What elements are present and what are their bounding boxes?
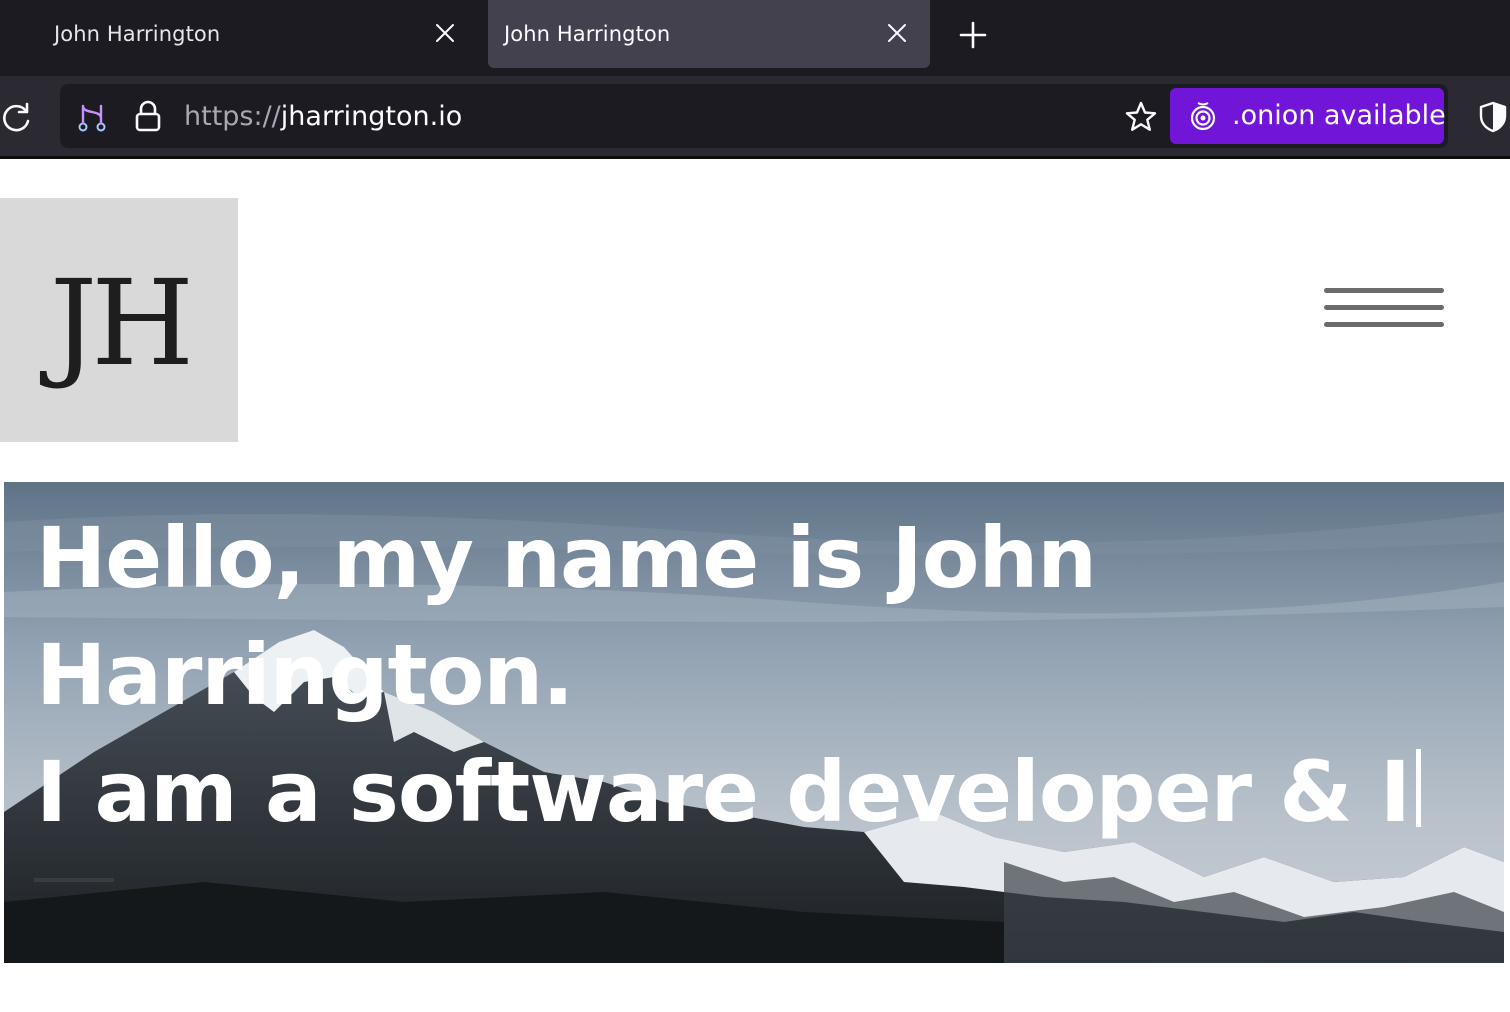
tab-title: John Harrington — [54, 22, 221, 46]
hero-line-1: Hello, my name is John — [36, 509, 1097, 607]
onion-available-button[interactable]: .onion available — [1170, 88, 1446, 144]
reload-icon[interactable] — [0, 101, 32, 135]
nav-bar-border — [0, 156, 1510, 159]
hamburger-line — [1324, 322, 1444, 327]
lock-icon[interactable] — [134, 99, 162, 133]
url-text[interactable]: https://jharrington.io — [184, 101, 462, 132]
typing-cursor — [1416, 749, 1422, 827]
tab-title: John Harrington — [504, 22, 671, 46]
hamburger-menu-icon[interactable] — [1324, 288, 1444, 330]
star-icon[interactable] — [1124, 100, 1158, 134]
site-logo[interactable]: JH — [0, 198, 238, 442]
hero-line-2: Harrington. — [36, 626, 574, 724]
onion-icon — [1190, 102, 1216, 131]
close-icon[interactable] — [434, 22, 456, 44]
hero-banner: Hello, my name is John Harrington. I am … — [4, 482, 1504, 963]
hero-typed-text: I am a software developer & I — [36, 743, 1411, 841]
hero-line-3: I am a software developer & I — [36, 734, 1476, 851]
plus-icon[interactable] — [958, 20, 988, 50]
logo-text: JH — [49, 254, 194, 392]
onion-available-label: .onion available — [1232, 100, 1446, 131]
tab-active[interactable]: John Harrington — [488, 0, 930, 68]
url-host: jharrington.io — [280, 101, 463, 132]
hero-divider — [34, 878, 114, 882]
hamburger-line — [1324, 288, 1444, 293]
close-icon[interactable] — [886, 22, 908, 44]
shield-icon[interactable] — [1478, 100, 1508, 134]
hero-heading: Hello, my name is John Harrington. I am … — [36, 500, 1476, 851]
tracking-protection-icon[interactable] — [76, 100, 108, 134]
tab-inactive[interactable]: John Harrington — [38, 0, 478, 68]
url-scheme: https:// — [184, 101, 281, 132]
tab-strip: John Harrington John Harrington — [0, 0, 1510, 76]
hamburger-line — [1324, 305, 1444, 310]
